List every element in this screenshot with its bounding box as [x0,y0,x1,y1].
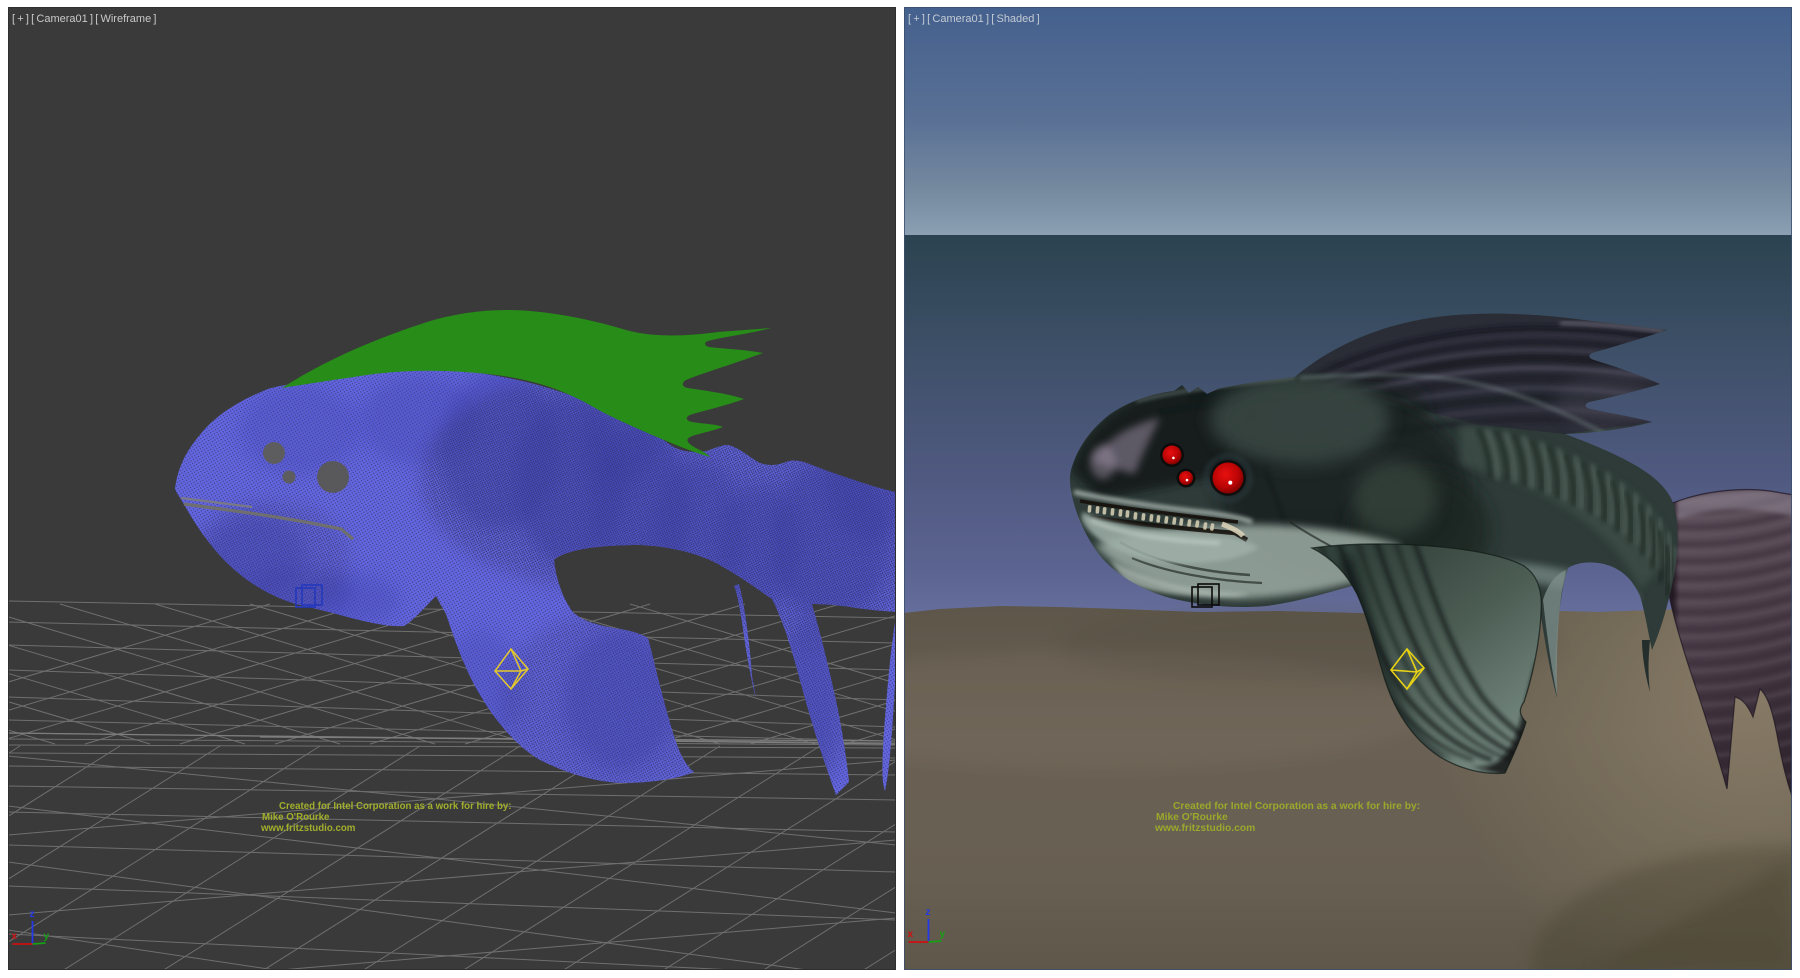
svg-text:x: x [12,931,18,942]
svg-text:x: x [908,929,914,940]
svg-text:www.fritzstudio.com: www.fritzstudio.com [260,823,356,834]
svg-text:www.fritzstudio.com: www.fritzstudio.com [1154,823,1255,834]
svg-text:z: z [926,907,931,918]
svg-text:Created for Intel Corporation: Created for Intel Corporation as a work … [1173,801,1420,812]
svg-text:Mike O'Rourke: Mike O'Rourke [262,812,330,823]
svg-text:[ + ] [ Camera01 ] [ Wireframe: [ + ] [ Camera01 ] [ Wireframe ] [12,13,156,25]
svg-text:[ + ] [ Camera01 ] [ Shaded ]: [ + ] [ Camera01 ] [ Shaded ] [908,13,1040,25]
svg-text:Created for Intel Corporation: Created for Intel Corporation as a work … [279,801,512,812]
svg-text:z: z [30,909,35,920]
svg-text:Mike O'Rourke: Mike O'Rourke [1156,812,1228,823]
svg-text:y: y [940,929,946,940]
svg-text:y: y [44,931,50,942]
